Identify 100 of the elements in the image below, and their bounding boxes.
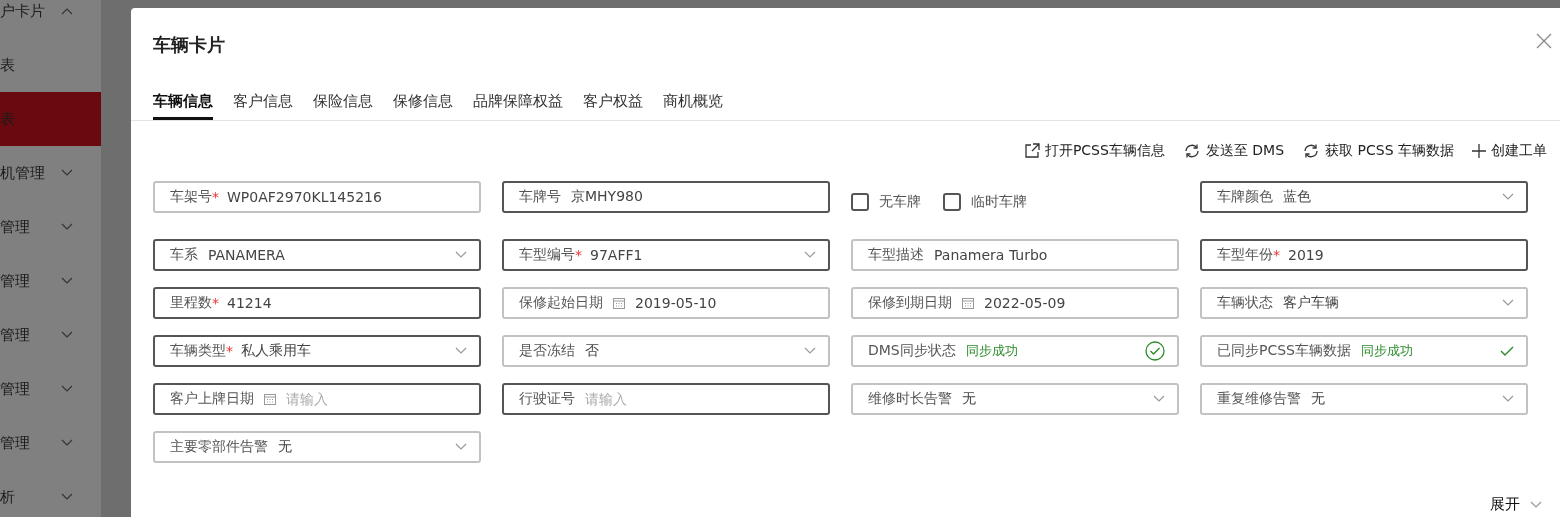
tab[interactable]: 商机概览 [663, 85, 723, 120]
select-field[interactable]: 车系 PANAMERA [153, 239, 481, 271]
field-value: 无 [962, 390, 977, 408]
text-field[interactable]: 里程数* 41214 [153, 287, 481, 319]
tab[interactable]: 车辆信息 [153, 85, 213, 120]
sidebar-item[interactable]: 管理 [0, 254, 101, 308]
text-field[interactable]: 车牌号 京MHY980 [502, 181, 830, 213]
field-label: 车型年份 [1217, 246, 1273, 264]
field-value: Panamera Turbo [934, 247, 1049, 263]
chevron-down-icon [1502, 395, 1514, 403]
field-label: 车型描述 [868, 246, 924, 264]
field-value: 无 [278, 438, 293, 456]
sidebar-item[interactable]: 管理 [0, 416, 101, 470]
field-label: 重复维修告警 [1217, 390, 1301, 408]
field-label: 保修到期日期 [868, 294, 952, 312]
field-label: 维修时长告警 [868, 390, 952, 408]
chevron-down-icon [1153, 395, 1165, 403]
calendar-icon [962, 297, 974, 309]
dialog-title: 车辆卡片 [153, 34, 225, 56]
chevron-down-icon [1502, 193, 1514, 201]
text-field[interactable]: 行驶证号 请输入 [502, 383, 830, 415]
required-mark: * [1273, 247, 1280, 263]
field-value: 京MHY980 [571, 188, 644, 206]
refresh-icon [1302, 143, 1321, 159]
field-label: 车辆状态 [1217, 294, 1273, 312]
text-input[interactable]: 请输入 [585, 391, 816, 407]
field-value: 2022-05-09 [984, 295, 1067, 311]
sidebar-chevron-icon [61, 277, 73, 285]
select-field[interactable]: 车牌颜色 蓝色 [1200, 181, 1528, 213]
required-mark: * [226, 343, 233, 359]
sidebar-item[interactable]: 管理 [0, 200, 101, 254]
field-value: 蓝色 [1283, 188, 1312, 206]
select-field[interactable]: 车型编号* 97AFF1 [502, 239, 830, 271]
check-icon [1500, 345, 1514, 357]
field-label: 车架号 [170, 188, 212, 206]
tab[interactable]: 保险信息 [313, 85, 373, 120]
sidebar-chevron-icon [61, 169, 73, 177]
text-input[interactable]: 请输入 [286, 391, 467, 407]
sidebar-item[interactable]: 表 [0, 38, 101, 92]
tab[interactable]: 保修信息 [393, 85, 453, 120]
field-value: 无 [1311, 390, 1326, 408]
required-mark: * [575, 247, 582, 263]
field-label: 客户上牌日期 [170, 390, 254, 408]
chevron-down-icon [455, 347, 467, 355]
field-label: 已同步PCSS车辆数据 [1217, 342, 1351, 360]
toolbar-action[interactable]: 发送至 DMS [1182, 141, 1285, 161]
tab[interactable]: 品牌保障权益 [473, 85, 563, 120]
external-link-icon [1023, 143, 1040, 159]
field-value: 否 [585, 342, 600, 360]
field-label: 车系 [170, 246, 198, 264]
sidebar-chevron-icon [61, 439, 73, 447]
required-mark: * [212, 189, 219, 205]
field-label: 行驶证号 [519, 390, 575, 408]
checkbox-box[interactable] [943, 193, 961, 211]
sidebar-item[interactable]: 机管理 [0, 146, 101, 200]
sidebar-item[interactable]: 管理 [0, 362, 101, 416]
field-value: 2019-05-10 [635, 295, 718, 311]
sidebar-chevron-icon [61, 223, 73, 231]
sidebar-chevron-icon [61, 331, 73, 339]
toolbar-action[interactable]: 获取 PCSS 车辆数据 [1302, 141, 1454, 161]
calendar-icon [264, 393, 276, 405]
field-label: 主要零部件告警 [170, 438, 268, 456]
tab[interactable]: 客户信息 [233, 85, 293, 120]
field-label: 保修起始日期 [519, 294, 603, 312]
field-label: 车牌号 [519, 188, 561, 206]
refresh-icon [1182, 143, 1201, 159]
field-value: 客户车辆 [1283, 294, 1340, 312]
field-label: 是否冻结 [519, 342, 575, 360]
close-icon[interactable] [1536, 33, 1552, 49]
sidebar-item[interactable]: 户卡片 [0, 0, 101, 38]
checkbox[interactable]: 临时车牌 [943, 193, 1027, 211]
field-label: 里程数 [170, 294, 212, 312]
sidebar-chevron-icon [61, 7, 73, 15]
toolbar-action[interactable]: 打开PCSS车辆信息 [1023, 141, 1165, 161]
field-value: WP0AF2970KL145216 [227, 189, 383, 205]
field-value: 97AFF1 [590, 247, 644, 263]
field-label: 车牌颜色 [1217, 188, 1273, 206]
field-value: 同步成功 [1361, 342, 1414, 360]
field-value: 41214 [227, 295, 273, 311]
calendar-icon [613, 297, 625, 309]
field-value: 私人乘用车 [241, 342, 312, 360]
date-field[interactable]: 客户上牌日期 请输入 [153, 383, 481, 415]
checkbox-box[interactable] [851, 193, 869, 211]
select-field[interactable]: 车辆类型* 私人乘用车 [153, 335, 481, 367]
toolbar-action[interactable]: 创建工单 [1472, 141, 1547, 161]
check-circle-icon [1145, 341, 1165, 361]
checkbox[interactable]: 无车牌 [851, 193, 921, 211]
chevron-down-icon [1502, 299, 1514, 307]
text-field[interactable]: 车型年份* 2019 [1200, 239, 1528, 271]
expand-button[interactable]: 展开 [1490, 495, 1542, 514]
chevron-down-icon [804, 251, 816, 259]
tab[interactable]: 客户权益 [583, 85, 643, 120]
sidebar-item[interactable]: 析 [0, 470, 101, 517]
plus-icon [1472, 144, 1486, 158]
field-label: DMS同步状态 [868, 342, 956, 360]
field-value: 同步成功 [965, 342, 1019, 360]
sidebar-chevron-icon [61, 493, 73, 501]
chevron-down-icon [804, 347, 816, 355]
sidebar-item[interactable]: 管理 [0, 308, 101, 362]
field-label: 车辆类型 [170, 342, 226, 360]
